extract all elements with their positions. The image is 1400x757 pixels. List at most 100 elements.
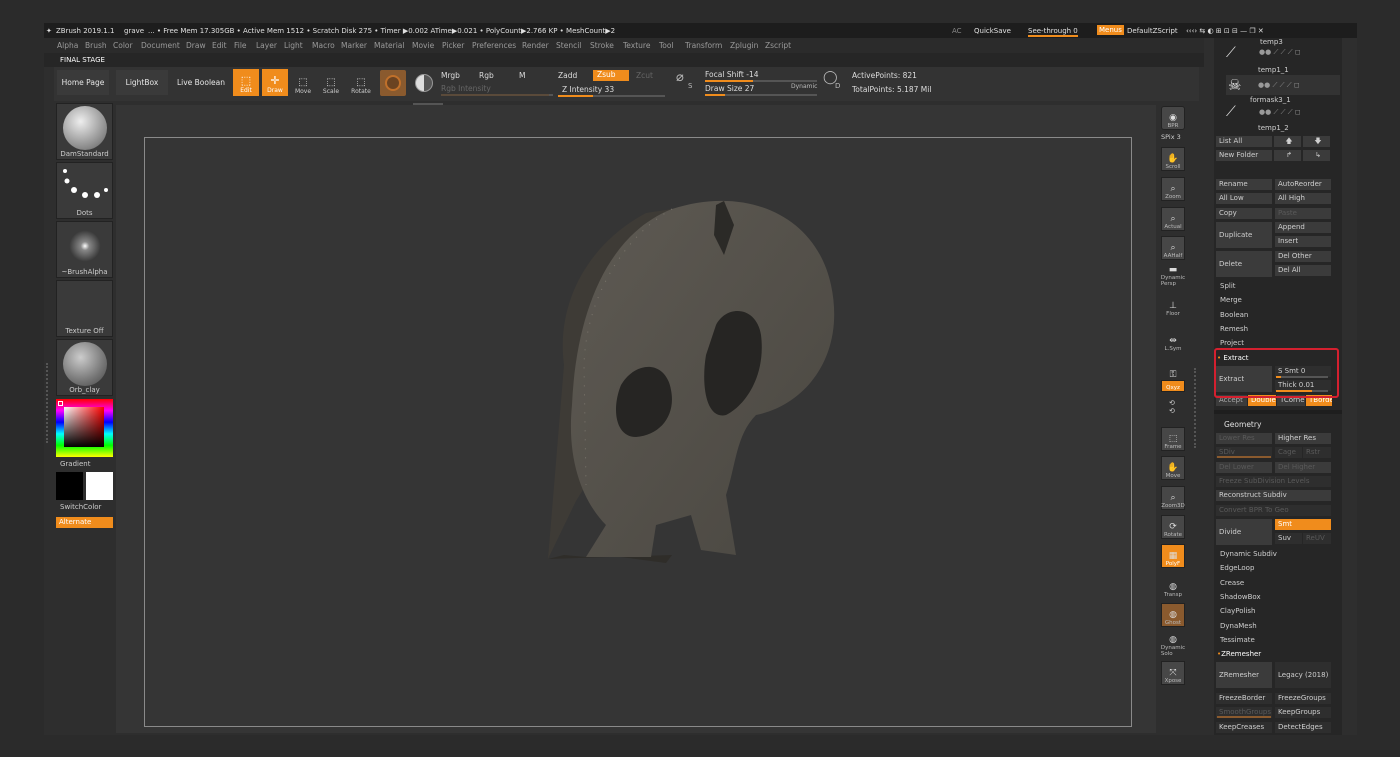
- zremesher-button[interactable]: ZRemesher: [1216, 662, 1272, 688]
- append-button[interactable]: Append: [1275, 222, 1331, 233]
- menu-light[interactable]: Light: [284, 41, 303, 50]
- move-up-button[interactable]: 🡅: [1274, 136, 1301, 147]
- menu-zscript[interactable]: Zscript: [765, 41, 791, 50]
- new-folder-button[interactable]: New Folder: [1216, 150, 1272, 161]
- draw-button[interactable]: ✛ Draw: [262, 69, 288, 96]
- bpr-button[interactable]: ◉ BPR: [1161, 106, 1185, 130]
- menu-draw[interactable]: Draw: [186, 41, 206, 50]
- shadowbox-section[interactable]: ShadowBox: [1220, 593, 1261, 601]
- lock-icon[interactable]: ⚿: [1161, 356, 1185, 380]
- mrgb-button[interactable]: Mrgb: [441, 71, 460, 80]
- menu-tool[interactable]: Tool: [659, 41, 674, 50]
- quicksave-button[interactable]: QuickSave: [974, 27, 1011, 35]
- z-intensity-slider[interactable]: Z Intensity 33: [562, 85, 614, 94]
- project-section[interactable]: Project: [1220, 339, 1244, 347]
- scroll-button[interactable]: ✋ Scroll: [1161, 147, 1185, 171]
- menu-texture[interactable]: Texture: [623, 41, 650, 50]
- menu-stroke[interactable]: Stroke: [590, 41, 614, 50]
- subtool-visibility-icons[interactable]: ●● ⟋ ⟋ ⟋ ◻: [1259, 48, 1301, 57]
- rgb-intensity-slider[interactable]: Rgb Intensity: [441, 84, 491, 93]
- menus-toggle[interactable]: Menus: [1097, 25, 1124, 35]
- canvas-viewport[interactable]: [116, 105, 1156, 733]
- freeze-subdivision-button[interactable]: Freeze SubDivision Levels: [1216, 476, 1331, 487]
- lightbox-button[interactable]: LightBox: [116, 70, 168, 95]
- xpose-button[interactable]: ⤧ Xpose: [1161, 661, 1185, 685]
- frame-button[interactable]: ⬚ Frame: [1161, 427, 1185, 451]
- keepgroups-toggle[interactable]: KeepGroups: [1275, 707, 1331, 718]
- draw-size-track[interactable]: [705, 94, 817, 96]
- sdiv-track[interactable]: [1217, 456, 1271, 458]
- higher-res-button[interactable]: Higher Res: [1275, 433, 1331, 444]
- geometry-header[interactable]: Geometry: [1224, 420, 1261, 429]
- list-all-button[interactable]: List All: [1216, 136, 1272, 147]
- rename-button[interactable]: Rename: [1216, 179, 1272, 190]
- zremesher-section-header[interactable]: •ZRemesher: [1217, 650, 1261, 658]
- menu-preferences[interactable]: Preferences: [472, 41, 516, 50]
- m-button[interactable]: M: [519, 71, 525, 80]
- del-other-button[interactable]: Del Other: [1275, 251, 1331, 262]
- freezeborder-toggle[interactable]: FreezeBorder: [1216, 693, 1272, 704]
- keepcreases-toggle[interactable]: KeepCreases: [1216, 722, 1272, 733]
- draw-size-slider[interactable]: Draw Size 27: [705, 84, 754, 93]
- menu-marker[interactable]: Marker: [341, 41, 367, 50]
- menu-zplugin[interactable]: Zplugin: [730, 41, 758, 50]
- del-higher-button[interactable]: Del Higher: [1275, 462, 1331, 473]
- subtool-temp1-2[interactable]: temp1_2: [1258, 124, 1289, 132]
- tessimate-section[interactable]: Tessimate: [1220, 636, 1255, 644]
- lsym-button[interactable]: ⇹ L.Sym: [1161, 328, 1185, 352]
- zsub-button[interactable]: Zsub: [593, 70, 629, 81]
- remesh-section[interactable]: Remesh: [1220, 325, 1248, 333]
- menu-material[interactable]: Material: [374, 41, 404, 50]
- see-through-slider[interactable]: See-through 0: [1028, 27, 1078, 37]
- brush-thumbnail[interactable]: DamStandard: [56, 103, 113, 160]
- divide-button[interactable]: Divide: [1216, 519, 1272, 545]
- live-boolean-button[interactable]: Live Boolean: [174, 70, 228, 95]
- claypolish-section[interactable]: ClayPolish: [1220, 607, 1256, 615]
- del-lower-button[interactable]: Del Lower: [1216, 462, 1272, 473]
- smoothgroups-track[interactable]: [1217, 716, 1271, 718]
- right-tray-handle[interactable]: [1194, 368, 1199, 448]
- rgb-button[interactable]: Rgb: [479, 71, 494, 80]
- z-intensity-track[interactable]: [558, 95, 665, 97]
- aahalf-button[interactable]: ⌕ AAHalf: [1161, 236, 1185, 260]
- focal-shift-slider[interactable]: Focal Shift -14: [705, 70, 759, 79]
- floor-button[interactable]: ⊥ Floor: [1161, 293, 1185, 317]
- menu-document[interactable]: Document: [141, 41, 180, 50]
- rotate-axis-icon[interactable]: ⟲ ⟲: [1169, 399, 1175, 415]
- menu-macro[interactable]: Macro: [312, 41, 335, 50]
- rgb-intensity-track[interactable]: [441, 94, 553, 96]
- dynamic-d-icon[interactable]: ◯ D: [823, 70, 845, 92]
- switchcolor-button[interactable]: SwitchColor: [60, 503, 101, 511]
- freezegroups-toggle[interactable]: FreezeGroups: [1275, 693, 1331, 704]
- rstr-button[interactable]: Rstr: [1303, 447, 1331, 458]
- zoom3d-button[interactable]: ⌕ Zoom3D: [1161, 486, 1185, 510]
- secondary-color-swatch[interactable]: [86, 472, 113, 500]
- delete-button[interactable]: Delete: [1216, 251, 1272, 277]
- detectedges-toggle[interactable]: DetectEdges: [1275, 722, 1331, 733]
- alternate-button[interactable]: Alternate: [56, 517, 113, 528]
- smt-toggle[interactable]: Smt: [1275, 519, 1331, 530]
- default-zscript-button[interactable]: DefaultZScript: [1127, 27, 1178, 35]
- merge-section[interactable]: Merge: [1220, 296, 1242, 304]
- subtool-temp3[interactable]: temp3: [1260, 38, 1283, 46]
- persp-button[interactable]: ▬ Dynamic Persp: [1161, 263, 1185, 287]
- reconstruct-subdiv-button[interactable]: Reconstruct Subdiv: [1216, 490, 1331, 501]
- subtool-formask-row[interactable]: ☠ ●● ⟋ ⟋ ⟋ ◻: [1226, 75, 1340, 95]
- zadd-button[interactable]: Zadd: [558, 71, 577, 80]
- rotate-view-button[interactable]: ⟳ Rotate: [1161, 515, 1185, 539]
- all-high-button[interactable]: All High: [1275, 193, 1331, 204]
- legacy-toggle[interactable]: Legacy (2018): [1275, 662, 1331, 688]
- home-page-button[interactable]: Home Page: [57, 70, 109, 95]
- move-button[interactable]: ⬚ Move: [290, 69, 316, 95]
- folder-up-button[interactable]: ↱: [1274, 150, 1301, 161]
- edit-button[interactable]: ⬚ Edit: [233, 69, 259, 96]
- actual-button[interactable]: ⌕ Actual: [1161, 207, 1185, 231]
- all-low-button[interactable]: All Low: [1216, 193, 1272, 204]
- gradient-label[interactable]: Gradient: [60, 460, 90, 468]
- color-sphere-button[interactable]: [411, 70, 437, 96]
- menu-layer[interactable]: Layer: [256, 41, 277, 50]
- material-swatch[interactable]: [380, 70, 406, 96]
- focal-s-icon[interactable]: ⌀ S: [676, 70, 698, 92]
- suv-toggle[interactable]: Suv: [1275, 533, 1302, 544]
- texture-thumbnail[interactable]: Texture Off: [56, 280, 113, 337]
